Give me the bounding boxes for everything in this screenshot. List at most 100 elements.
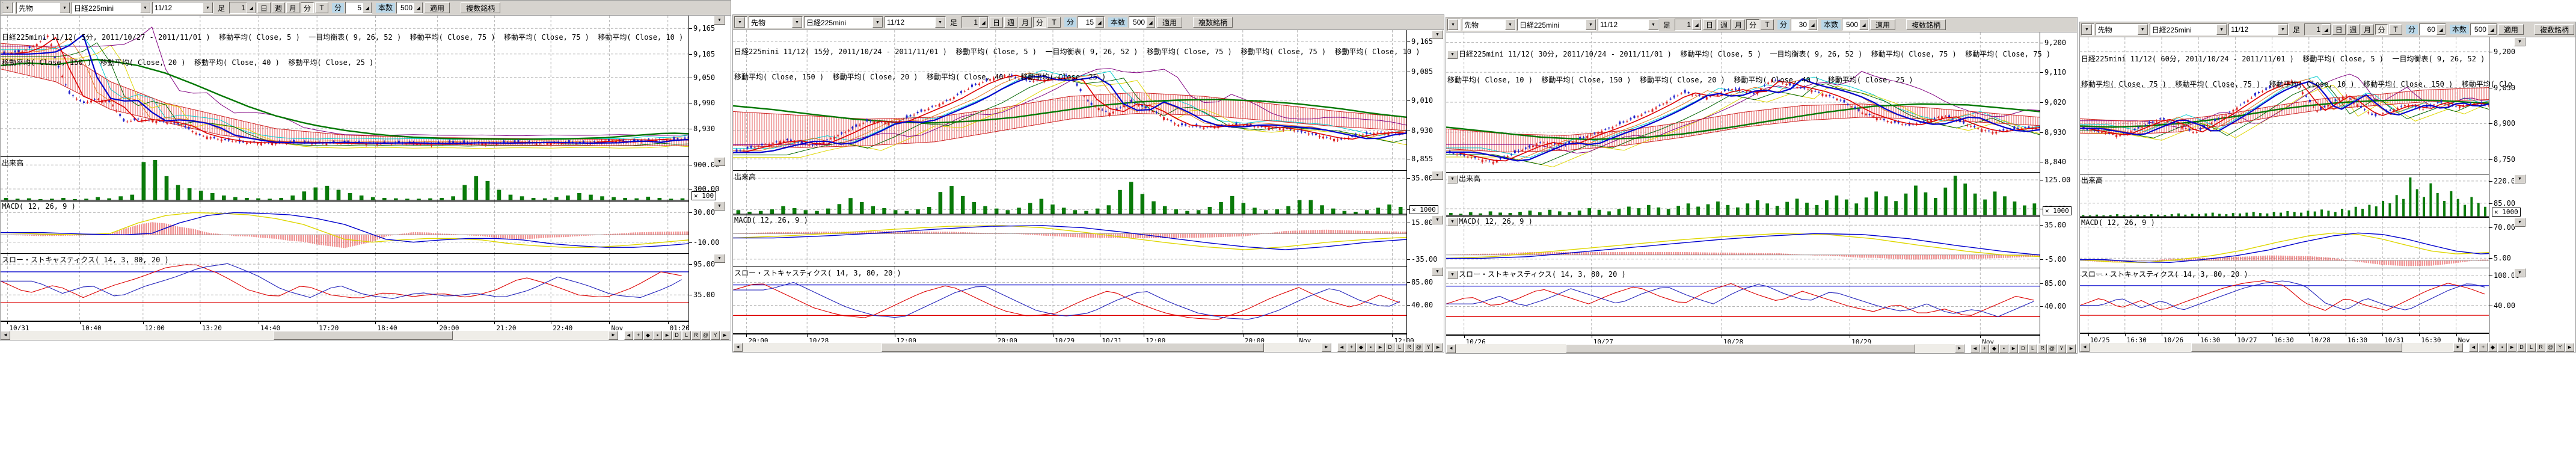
drawing-tool-button[interactable]: ►: [2009, 344, 2018, 353]
drawing-tool-button[interactable]: @: [1414, 343, 1423, 352]
drawing-tool-button[interactable]: ◆: [1990, 344, 1999, 353]
scrollbar-track[interactable]: [10, 331, 609, 340]
scroll-left-button[interactable]: ◄: [2080, 343, 2090, 352]
scrollbar-thumb[interactable]: [274, 331, 453, 340]
drawing-tool-button[interactable]: +: [1980, 344, 1989, 353]
drawing-tool-button[interactable]: D: [2517, 343, 2526, 352]
spin-icon[interactable]: ◢: [363, 2, 372, 13]
apply-button[interactable]: 適用: [1157, 17, 1182, 28]
day-count-spinner[interactable]: 1◢: [2304, 23, 2331, 35]
spin-icon[interactable]: ◢: [979, 17, 988, 28]
period-tick-button[interactable]: T: [1047, 17, 1061, 28]
drawing-tool-button[interactable]: +: [2479, 343, 2488, 352]
scrollbar-track[interactable]: [1456, 344, 1955, 353]
period-minute-button[interactable]: 分: [1033, 17, 1046, 28]
drawing-tool-button[interactable]: @: [2546, 343, 2555, 352]
drawing-tool-button[interactable]: Y: [711, 331, 720, 340]
period-daily-button[interactable]: 日: [990, 17, 1003, 28]
instrument-type-select[interactable]: 先物▼: [1462, 19, 1516, 31]
drawing-tool-button[interactable]: ►: [2507, 343, 2516, 352]
instrument-type-select[interactable]: 先物▼: [749, 16, 803, 28]
drawing-tool-button[interactable]: Y: [1424, 343, 1433, 352]
scroll-right-button[interactable]: ►: [609, 331, 618, 340]
spin-icon[interactable]: ◢: [1859, 19, 1868, 30]
scroll-left-button[interactable]: ◄: [1, 331, 10, 340]
bar-count-spinner[interactable]: 500◢: [1129, 16, 1156, 28]
pane-menu-button[interactable]: ▼: [714, 202, 725, 211]
day-count-spinner[interactable]: 1◢: [961, 16, 989, 28]
bar-count-spinner[interactable]: 500◢: [1842, 19, 1869, 31]
drawing-tool-button[interactable]: ►: [2565, 343, 2574, 352]
bar-count-spinner[interactable]: 500◢: [2470, 23, 2497, 35]
pane-menu-button[interactable]: ▼: [714, 157, 725, 166]
pane-menu-button[interactable]: ▼: [1432, 267, 1443, 276]
drawing-tool-button[interactable]: ►: [663, 331, 672, 340]
drawing-tool-button[interactable]: ►: [2067, 344, 2076, 353]
drawing-tool-button[interactable]: ◆: [643, 331, 652, 340]
scroll-right-button[interactable]: ►: [2453, 343, 2463, 352]
drawing-tool-button[interactable]: ▪: [1999, 344, 2008, 353]
window-menu-combo[interactable]: ▼: [2081, 23, 2094, 35]
period-tick-button[interactable]: T: [315, 2, 328, 13]
drawing-tool-button[interactable]: L: [2028, 344, 2037, 353]
period-minute-button[interactable]: 分: [1746, 19, 1759, 30]
period-tick-button[interactable]: T: [1761, 19, 1774, 30]
period-monthly-button[interactable]: 月: [2361, 24, 2374, 35]
spin-icon[interactable]: ◢: [1808, 19, 1817, 30]
multi-symbol-button[interactable]: 複数銘柄: [2535, 24, 2574, 35]
scrollbar-track[interactable]: [743, 343, 1322, 352]
instrument-type-select[interactable]: 先物▼: [16, 2, 70, 14]
drawing-tool-button[interactable]: Y: [2057, 344, 2066, 353]
drawing-tool-button[interactable]: ▪: [1366, 343, 1375, 352]
drawing-tool-button[interactable]: R: [2038, 344, 2047, 353]
price-chart[interactable]: [2080, 37, 2489, 174]
drawing-tool-button[interactable]: L: [2527, 343, 2536, 352]
pane-menu-button[interactable]: ▼: [1447, 218, 1458, 226]
spin-icon[interactable]: ◢: [1146, 17, 1155, 28]
period-weekly-button[interactable]: 週: [2347, 24, 2360, 35]
period-daily-button[interactable]: 日: [2332, 24, 2346, 35]
drawing-tool-button[interactable]: ►: [1434, 343, 1443, 352]
contract-month-select[interactable]: 11/12▼: [1598, 19, 1659, 31]
period-tick-button[interactable]: T: [2389, 24, 2402, 35]
period-minute-button[interactable]: 分: [301, 2, 314, 13]
period-monthly-button[interactable]: 月: [286, 2, 299, 13]
price-chart[interactable]: [1446, 32, 2040, 172]
drawing-tool-button[interactable]: L: [682, 331, 691, 340]
symbol-select[interactable]: 日経225mini▼: [2150, 23, 2227, 35]
volume-chart[interactable]: [1446, 173, 2040, 216]
contract-month-select[interactable]: 11/12▼: [152, 2, 213, 14]
drawing-tool-button[interactable]: +: [1347, 343, 1356, 352]
scroll-left-button[interactable]: ◄: [733, 343, 743, 352]
macd-chart[interactable]: [733, 215, 1406, 266]
minute-value-spinner[interactable]: 60◢: [2419, 23, 2446, 35]
symbol-select[interactable]: 日経225mini▼: [1517, 19, 1596, 31]
scrollbar-thumb[interactable]: [2191, 343, 2402, 352]
drawing-tool-button[interactable]: D: [2019, 344, 2028, 353]
apply-button[interactable]: 適用: [1870, 19, 1895, 30]
minute-value-spinner[interactable]: 30◢: [1791, 19, 1818, 31]
drawing-tool-button[interactable]: +: [634, 331, 643, 340]
apply-button[interactable]: 適用: [2498, 24, 2524, 35]
spin-icon[interactable]: ◢: [2322, 24, 2331, 35]
price-chart[interactable]: [733, 30, 1406, 170]
pane-menu-button[interactable]: ▼: [2514, 174, 2525, 183]
pane-menu-button[interactable]: ▼: [1432, 215, 1443, 224]
symbol-select[interactable]: 日経225mini▼: [804, 16, 883, 28]
minute-value-spinner[interactable]: 5◢: [345, 2, 372, 14]
drawing-tool-button[interactable]: D: [1385, 343, 1394, 352]
spin-icon[interactable]: ◢: [2488, 24, 2497, 35]
period-weekly-button[interactable]: 週: [1717, 19, 1731, 30]
drawing-tool-button[interactable]: ◄: [2469, 343, 2478, 352]
price-chart[interactable]: [1, 16, 688, 156]
pane-menu-button[interactable]: ▼: [2514, 218, 2525, 227]
drawing-tool-button[interactable]: @: [701, 331, 710, 340]
period-monthly-button[interactable]: 月: [1019, 17, 1032, 28]
drawing-tool-button[interactable]: D: [672, 331, 681, 340]
volume-chart[interactable]: [733, 171, 1406, 215]
drawing-tool-button[interactable]: ◄: [624, 331, 633, 340]
window-menu-combo[interactable]: ▼: [1447, 19, 1461, 31]
scrollbar-track[interactable]: [2090, 343, 2453, 352]
drawing-tool-button[interactable]: ▪: [2498, 343, 2507, 352]
volume-chart[interactable]: [1, 157, 688, 201]
